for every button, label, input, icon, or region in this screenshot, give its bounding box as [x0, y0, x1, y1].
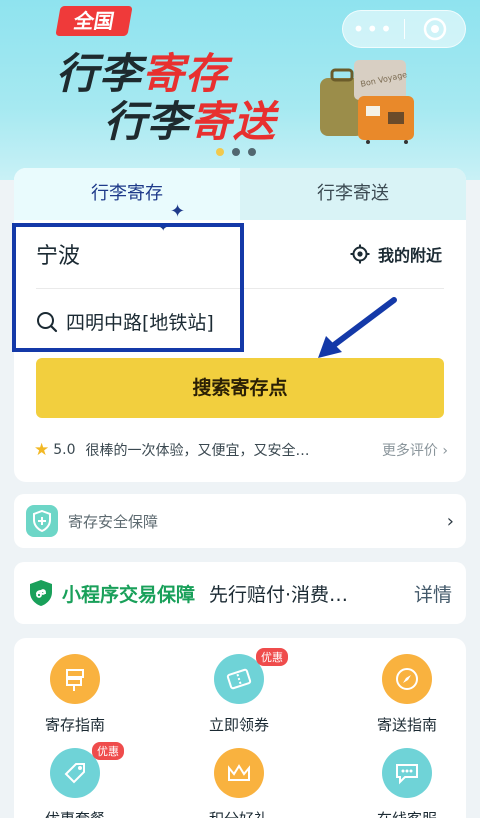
star-icon: ★ — [34, 440, 50, 460]
trade-guarantee-bar[interactable]: 小程序交易保障 先行赔付·消费… 详情 — [14, 562, 466, 624]
banner-title-line-2: 行李寄送 — [104, 97, 277, 146]
locate-icon — [350, 244, 370, 264]
grid-item-label: 在线客服 — [342, 808, 472, 818]
more-reviews-label: 更多评价 — [381, 443, 438, 459]
review-summary[interactable]: ★ 5.0 很棒的一次体验，又便宜，又安全… 更多评价 › — [34, 440, 448, 460]
banner-pagination — [216, 148, 256, 156]
feature-grid: 寄存指南 优惠 立即领券 寄送指南 优惠 优惠套餐 积分好礼 在线客服 — [14, 638, 466, 818]
tab-luggage-storage[interactable]: 行李寄存 ✦ ✦ — [14, 168, 240, 234]
grid-item-label: 立即领券 — [208, 716, 269, 734]
more-reviews-link[interactable]: 更多评价 › — [382, 440, 448, 460]
signpost-icon — [50, 654, 100, 704]
shield-plus-icon — [26, 505, 58, 537]
service-tabs: 行李寄存 ✦ ✦ 行李寄送 — [14, 168, 466, 234]
guarantee-description: 先行赔付·消费… — [209, 583, 349, 606]
grid-item-packages[interactable]: 优惠 优惠套餐 — [10, 742, 140, 818]
nearby-button[interactable]: 我的附近 — [350, 242, 442, 266]
chat-icon — [382, 748, 432, 798]
grid-item-label: 寄送指南 — [376, 716, 437, 734]
grid-item-customer-service[interactable]: 在线客服 — [342, 748, 472, 818]
annotation-arrow-icon — [318, 297, 397, 358]
ticket-icon: 优惠 — [214, 648, 288, 704]
guarantee-detail-link[interactable]: 详情 — [414, 580, 452, 607]
grid-item-coupons[interactable]: 优惠 立即领券 — [174, 648, 304, 735]
mini-program-capsule: ••• — [342, 10, 466, 48]
grid-item-points-gifts[interactable]: 积分好礼 — [174, 748, 304, 818]
compass-icon — [382, 654, 432, 704]
grid-item-label: 寄存指南 — [44, 716, 105, 734]
review-score: 5.0 — [53, 442, 76, 458]
crown-icon — [214, 748, 264, 798]
storage-safety-bar[interactable]: 寄存安全保障 › — [14, 494, 466, 548]
hero-banner[interactable]: 全国 行李寄存 行李寄送 Bon Voyage ••• — [0, 0, 480, 180]
search-storage-button[interactable]: 搜索寄存点 — [36, 358, 444, 418]
grid-item-storage-guide[interactable]: 寄存指南 — [10, 654, 140, 735]
chevron-right-icon: › — [442, 443, 448, 459]
tab-label: 行李寄送 — [317, 183, 389, 204]
tab-label: 行李寄存 — [91, 183, 163, 204]
tab-luggage-delivery[interactable]: 行李寄送 — [240, 168, 466, 220]
close-mini-program-button[interactable] — [404, 17, 465, 41]
discount-badge: 优惠 — [256, 648, 288, 666]
review-text: 很棒的一次体验，又便宜，又安全… — [85, 443, 310, 459]
chevron-right-icon: › — [446, 510, 454, 532]
grid-item-label: 优惠套餐 — [10, 808, 140, 818]
grid-item-delivery-guide[interactable]: 寄送指南 — [342, 654, 472, 735]
nationwide-badge: 全国 — [55, 6, 133, 36]
pagination-dot[interactable] — [248, 148, 256, 156]
pagination-dot[interactable] — [232, 148, 240, 156]
pagination-dot-active[interactable] — [216, 148, 224, 156]
safety-label: 寄存安全保障 — [68, 512, 159, 531]
nearby-label: 我的附近 — [377, 246, 442, 265]
luggage-illustration: Bon Voyage — [320, 60, 414, 144]
guarantee-title: 小程序交易保障 — [62, 583, 196, 606]
more-menu-button[interactable]: ••• — [343, 17, 404, 41]
annotation-highlight-box — [12, 223, 244, 352]
price-tag-icon: 优惠 — [50, 742, 124, 798]
discount-badge: 优惠 — [92, 742, 124, 760]
target-close-icon — [423, 17, 446, 41]
grid-item-label: 积分好礼 — [174, 808, 304, 818]
green-shield-icon — [30, 580, 52, 606]
